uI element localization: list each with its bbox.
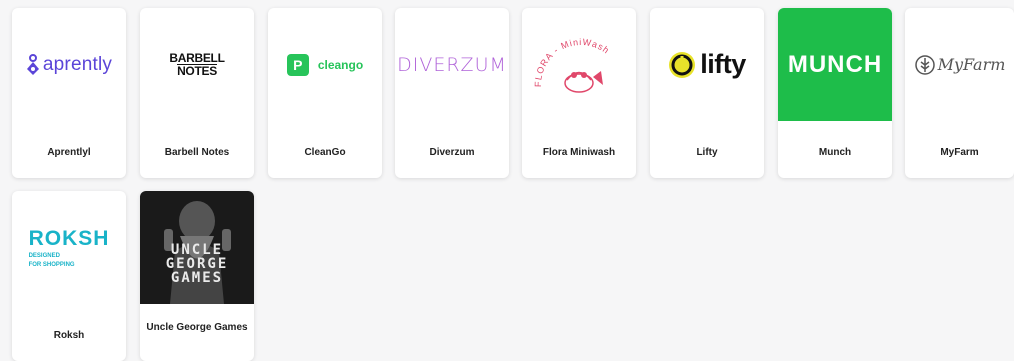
app-logo: FLORA - MiniWash [522,8,636,121]
logo-text: UNCLE GEORGE GAMES [165,242,229,286]
app-logo: lifty [650,8,764,121]
logo-text: MyFarm [937,55,1006,74]
logo-text-line2: NOTES [177,63,217,78]
app-card-roksh[interactable]: ROKSH DESIGNED FOR SHOPPING Roksh [12,191,126,361]
app-name: Lifty [696,146,718,158]
lifty-logo-icon [669,51,696,78]
munch-logo-icon: MUNCH [778,8,892,121]
app-name: Aprentlyl [47,146,91,158]
logo-subtext-2: FOR SHOPPING [28,261,75,268]
app-card-barbell-notes[interactable]: BARBELL NOTES Barbell Notes [140,8,254,178]
app-card-uncle-george-games[interactable]: UNCLE GEORGE GAMES Uncle George Games [140,191,254,361]
logo-text-line1: BARBELL [169,50,225,65]
app-logo: P cleango [268,8,382,121]
app-name: MyFarm [940,146,979,158]
app-card-cleango[interactable]: P cleango CleanGo [268,8,382,178]
cleango-logo-icon: P [286,53,309,76]
app-card-flora-miniwash[interactable]: FLORA - MiniWash Flora Miniwash [522,8,636,178]
aprently-logo-icon [26,53,39,75]
myfarm-logo-icon [914,54,935,75]
app-name: Roksh [53,329,85,341]
app-card-munch[interactable]: MUNCH Munch [778,8,892,178]
app-logo: MUNCH [778,8,892,121]
app-name: Flora Miniwash [542,146,616,158]
uncle-george-games-logo-icon: UNCLE GEORGE GAMES [140,191,254,304]
app-name: Diverzum [429,146,475,158]
logo-text: cleango [317,57,364,72]
app-grid: aprently Aprentlyl BARBELL NOTES Barbell… [12,8,1014,361]
roksh-logo-icon: ROKSH DESIGNED FOR SHOPPING [29,227,110,269]
barbell-notes-logo-icon: BARBELL NOTES [169,50,225,78]
app-card-aprently[interactable]: aprently Aprentlyl [12,8,126,178]
logo-text: ROKSH [28,226,110,250]
app-card-myfarm[interactable]: MyFarm MyFarm [905,8,1014,178]
app-logo: aprently [12,8,126,121]
app-card-lifty[interactable]: lifty Lifty [650,8,764,178]
logo-text: aprently [42,53,113,75]
app-name: Barbell Notes [164,146,230,158]
app-logo: BARBELL NOTES [140,8,254,121]
app-logo: MyFarm [905,8,1014,121]
logo-subtext-1: DESIGNED [28,252,60,259]
app-name: Uncle George Games [146,322,248,333]
app-name: Munch [818,146,852,158]
flora-miniwash-logo-icon: FLORA - MiniWash [533,36,611,93]
app-logo: DIVERZUM [395,8,509,121]
app-name: CleanGo [304,146,346,158]
logo-text: lifty [700,49,746,79]
app-logo: UNCLE GEORGE GAMES [140,191,254,304]
app-card-diverzum[interactable]: DIVERZUM Diverzum [395,8,509,178]
app-logo: ROKSH DESIGNED FOR SHOPPING [12,191,126,304]
diverzum-logo-icon: DIVERZUM [397,53,507,76]
